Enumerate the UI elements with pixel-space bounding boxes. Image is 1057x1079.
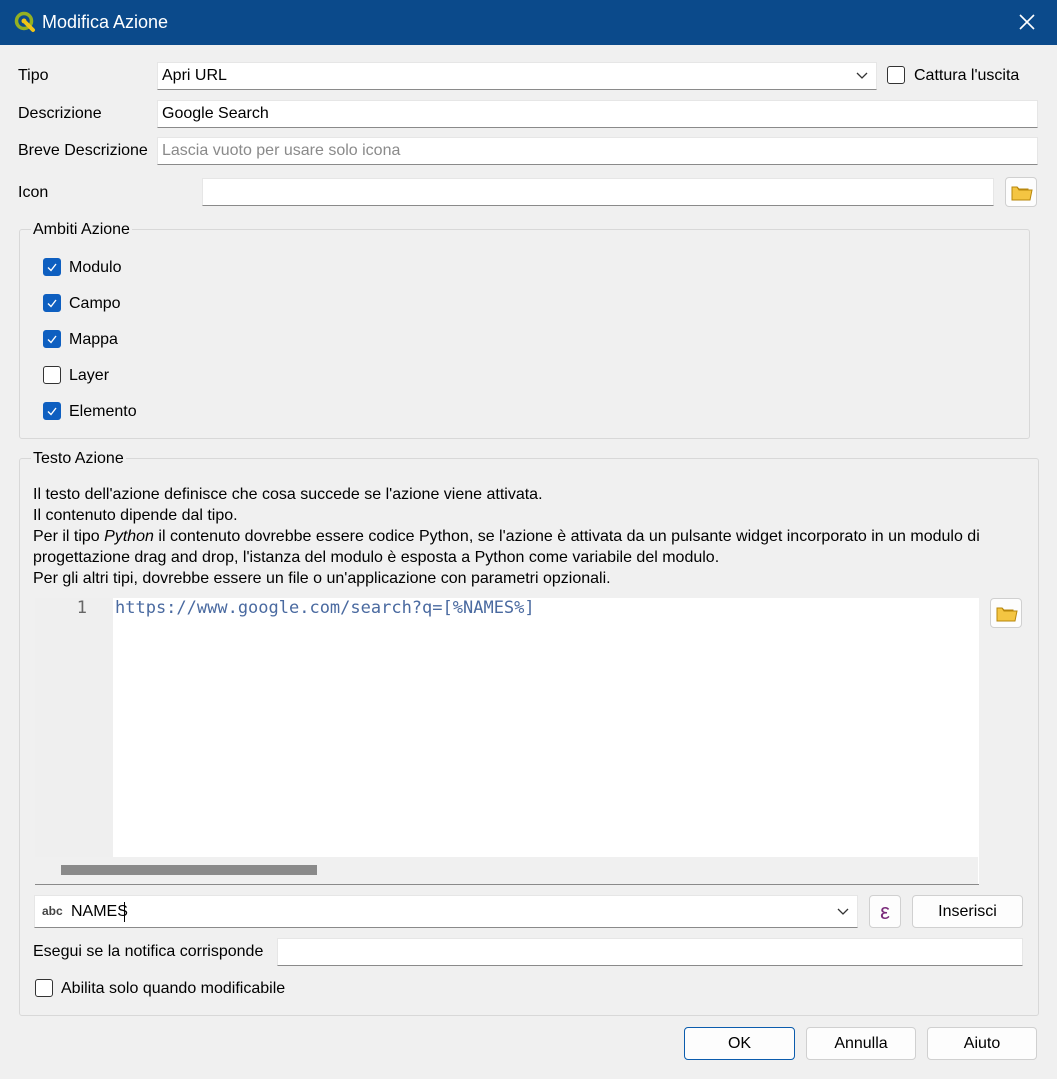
scrollbar-thumb[interactable] (61, 865, 317, 875)
scope-modulo-label: Modulo (69, 259, 122, 276)
breve-descrizione-label: Breve Descrizione (18, 142, 148, 159)
capture-output-checkbox[interactable] (887, 66, 905, 84)
code-file-browse-button[interactable] (990, 598, 1022, 628)
editable-only-label: Abilita solo quando modificabile (61, 980, 286, 997)
scope-elemento-checkbox[interactable] (43, 402, 61, 420)
epsilon-icon: ε (880, 899, 890, 924)
action-code-editor[interactable]: 1 https://www.google.com/search?q=[%NAME… (35, 598, 979, 885)
notify-input[interactable] (277, 938, 1023, 966)
description-line: Il testo dell'azione definisce che cosa … (33, 486, 543, 503)
breve-descrizione-input[interactable]: Lascia vuoto per usare solo icona (157, 137, 1038, 165)
checkmark-icon (47, 263, 57, 272)
scope-campo-label: Campo (69, 295, 121, 312)
ok-button-label: OK (727, 1035, 752, 1052)
insert-button[interactable]: Inserisci (912, 895, 1023, 928)
scope-layer-label: Layer (69, 367, 110, 384)
line-number-gutter: 1 (35, 598, 113, 857)
checkmark-icon (47, 407, 57, 416)
scope-mappa-label: Mappa (69, 331, 118, 348)
horizontal-scrollbar[interactable] (35, 857, 978, 884)
editable-only-checkbox[interactable] (35, 979, 53, 997)
checkmark-icon (47, 299, 57, 308)
help-button-label: Aiuto (963, 1035, 1001, 1052)
text-cursor (124, 902, 125, 922)
capture-output-label: Cattura l'uscita (914, 67, 1020, 84)
help-button[interactable]: Aiuto (927, 1027, 1037, 1060)
ok-button[interactable]: OK (684, 1027, 795, 1060)
window-title: Modifica Azione (42, 12, 169, 32)
title-bar: Modifica Azione (0, 0, 1057, 45)
description-line: Per il tipo Python il contenuto dovrebbe… (33, 526, 1023, 547)
action-text-group-title: Testo Azione (31, 450, 126, 468)
tipo-value: Apri URL (162, 67, 227, 84)
insert-button-label: Inserisci (938, 903, 997, 920)
breve-descrizione-placeholder: Lascia vuoto per usare solo icona (162, 142, 401, 159)
description-line: progettazione drag and drop, l'istanza d… (33, 549, 720, 566)
icon-browse-button[interactable] (1005, 177, 1037, 207)
description-emphasis: Python (104, 528, 154, 545)
notify-label: Esegui se la notifica corrisponde (33, 943, 264, 960)
icon-path-input[interactable] (202, 178, 994, 206)
string-type-badge: abc (42, 904, 63, 918)
descrizione-input[interactable]: Google Search (157, 100, 1038, 128)
tipo-label: Tipo (18, 67, 49, 84)
tipo-combobox[interactable]: Apri URL (157, 62, 877, 90)
scope-campo-checkbox[interactable] (43, 294, 61, 312)
line-number: 1 (76, 598, 87, 618)
field-expression-combobox[interactable]: abc NAMES (34, 895, 858, 928)
description-text: Per il tipo (33, 528, 105, 545)
scope-modulo-checkbox[interactable] (43, 258, 61, 276)
scope-mappa-checkbox[interactable] (43, 330, 61, 348)
cancel-button-label: Annulla (834, 1035, 888, 1052)
scope-elemento-label: Elemento (69, 403, 137, 420)
action-text-description: Il testo dell'azione definisce che cosa … (33, 484, 1023, 589)
folder-icon (1011, 186, 1033, 201)
descrizione-value: Google Search (162, 105, 269, 122)
scopes-group-title: Ambiti Azione (31, 221, 132, 239)
field-expression-value: NAMES (71, 903, 128, 920)
cancel-button[interactable]: Annulla (806, 1027, 916, 1060)
chevron-down-icon (856, 72, 868, 79)
close-icon[interactable] (1015, 10, 1039, 34)
scopes-group (19, 229, 1030, 439)
scope-layer-checkbox[interactable] (43, 366, 61, 384)
description-line: Il contenuto dipende dal tipo. (33, 507, 238, 524)
descrizione-label: Descrizione (18, 105, 102, 122)
icon-label: Icon (18, 184, 49, 201)
chevron-down-icon (837, 908, 849, 915)
description-line: Per gli altri tipi, dovrebbe essere un f… (33, 570, 611, 587)
checkmark-icon (47, 335, 57, 344)
description-text: il contenuto dovrebbe essere codice Pyth… (153, 528, 980, 545)
qgis-logo-icon (14, 11, 35, 32)
folder-icon (996, 607, 1018, 622)
code-line: https://www.google.com/search?q=[%NAMES%… (115, 598, 535, 618)
expression-builder-button[interactable]: ε (869, 895, 901, 928)
